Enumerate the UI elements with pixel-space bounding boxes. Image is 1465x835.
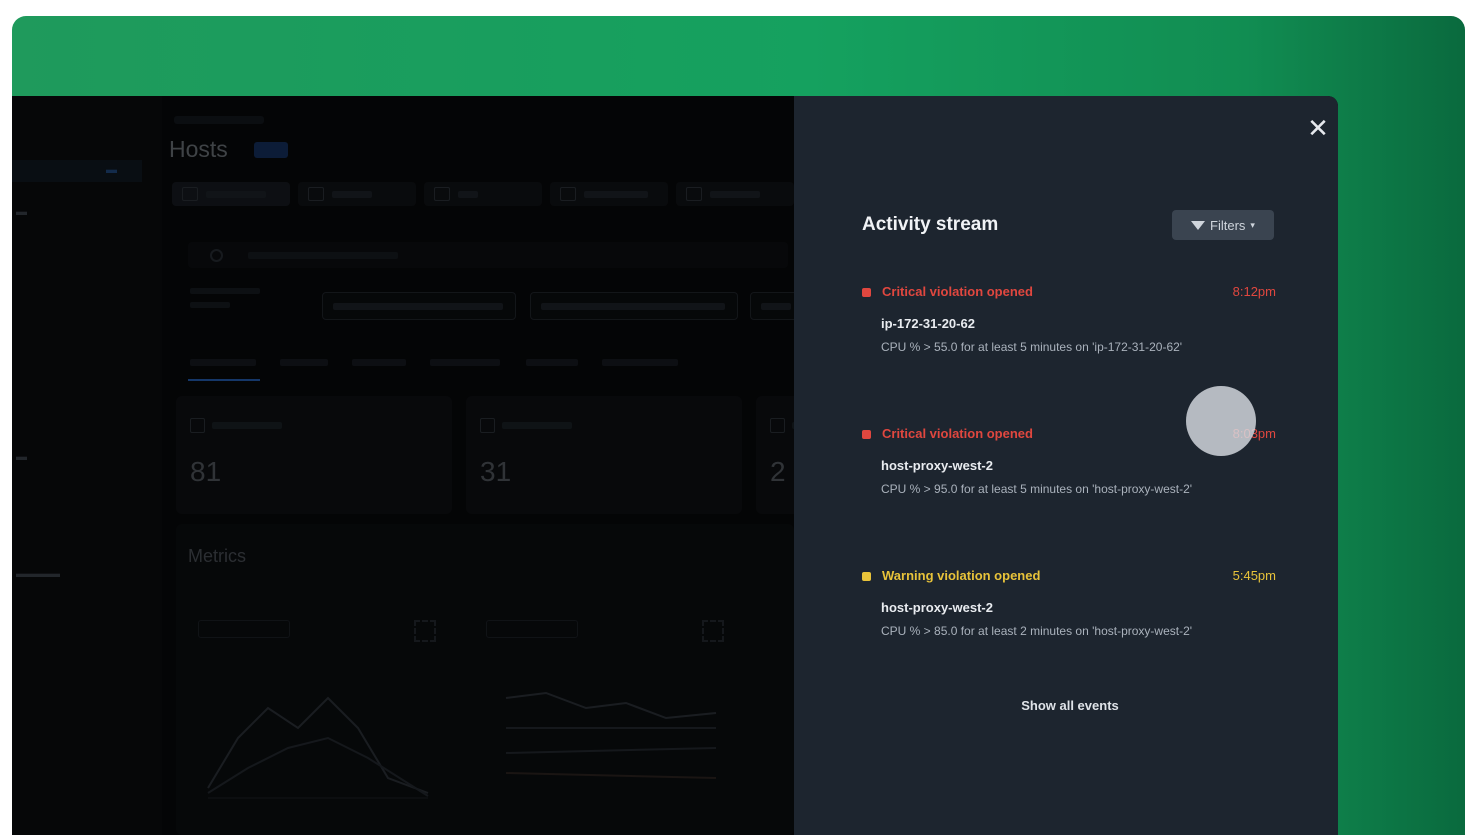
title-badge <box>254 142 288 158</box>
background-page: ▬ ▬ ▬ ▬▬▬▬ Hosts 81 31 2 Metrics <box>12 96 1032 835</box>
critical-status-icon <box>862 288 871 297</box>
search-icon <box>210 249 223 262</box>
drawer-title: Activity stream <box>862 214 999 235</box>
filter-icon <box>1191 220 1206 230</box>
tab[interactable] <box>526 359 578 366</box>
summary-value: 2 <box>770 456 786 487</box>
tab[interactable] <box>352 359 406 366</box>
event-time: 5:45pm <box>1232 568 1276 583</box>
tab[interactable] <box>602 359 678 366</box>
sidebar: ▬ ▬ ▬ ▬▬▬▬ <box>12 96 162 835</box>
metrics-panel: Metrics <box>176 524 794 835</box>
sidebar-item[interactable]: ▬ <box>16 206 27 218</box>
sub-tabs <box>188 354 788 384</box>
expand-icon[interactable] <box>702 620 724 642</box>
pointer-cursor-highlight <box>1186 386 1256 456</box>
metric-chart[interactable] <box>188 608 450 834</box>
sidebar-badge: ▬ <box>106 164 117 176</box>
tab-summary[interactable] <box>190 359 256 366</box>
view-tab[interactable] <box>424 182 542 206</box>
event-description: CPU % > 55.0 for at least 5 minutes on '… <box>881 340 1183 354</box>
filters-label: Filters <box>1210 217 1246 233</box>
active-tab-indicator <box>188 379 260 381</box>
event-host: ip-172-31-20-62 <box>881 316 975 331</box>
summary-value: 31 <box>480 456 512 487</box>
event-type: Warning violation opened <box>882 568 1041 583</box>
tab[interactable] <box>280 359 328 366</box>
close-icon[interactable]: ✕ <box>1304 114 1332 142</box>
view-tab[interactable] <box>172 182 290 206</box>
activity-stream-drawer: ✕ Activity stream Filters ▾ Critical vio… <box>794 96 1338 835</box>
metric-sparkline <box>207 696 429 799</box>
summary-card[interactable]: 81 <box>176 396 452 514</box>
event-host: host-proxy-west-2 <box>881 458 993 473</box>
critical-status-icon <box>862 430 871 439</box>
filter-chip[interactable] <box>322 292 516 320</box>
breadcrumb[interactable] <box>174 116 264 124</box>
activity-event[interactable]: Warning violation opened 5:45pm host-pro… <box>862 568 1276 640</box>
summary-card[interactable]: 31 <box>466 396 742 514</box>
metrics-title: Metrics <box>188 546 246 566</box>
event-description: CPU % > 95.0 for at least 5 minutes on '… <box>881 482 1193 496</box>
page-title: Hosts <box>169 136 228 162</box>
application-icon <box>480 418 495 433</box>
search-input[interactable] <box>188 242 788 268</box>
metric-chart[interactable] <box>476 608 738 834</box>
metric-selector[interactable] <box>486 620 578 638</box>
tab[interactable] <box>430 359 500 366</box>
host-icon <box>190 418 205 433</box>
event-type: Critical violation opened <box>882 426 1033 441</box>
event-time: 8:12pm <box>1232 284 1276 299</box>
filter-chip[interactable] <box>530 292 738 320</box>
filters-button[interactable]: Filters ▾ <box>1172 210 1274 240</box>
show-all-events-link[interactable]: Show all events <box>980 698 1160 713</box>
view-tab[interactable] <box>550 182 668 206</box>
summary-value: 81 <box>190 456 222 487</box>
expand-icon[interactable] <box>414 620 436 642</box>
sidebar-item[interactable]: ▬ <box>16 451 27 463</box>
activity-event[interactable]: Critical violation opened 8:12pm ip-172-… <box>862 284 1276 356</box>
event-host: host-proxy-west-2 <box>881 600 993 615</box>
app-window: ▬ ▬ ▬ ▬▬▬▬ Hosts 81 31 2 Metrics ✕ Activ… <box>12 96 1338 835</box>
metric-sparkline <box>505 691 717 779</box>
view-tabs <box>172 182 794 206</box>
card-icon <box>770 418 785 433</box>
filter-label <box>190 288 268 314</box>
sidebar-item-active[interactable] <box>12 160 142 182</box>
event-description: CPU % > 85.0 for at least 2 minutes on '… <box>881 624 1193 638</box>
chevron-down-icon: ▾ <box>1250 219 1255 230</box>
event-type: Critical violation opened <box>882 284 1033 299</box>
sidebar-item[interactable]: ▬▬▬▬ <box>16 568 60 580</box>
metric-selector[interactable] <box>198 620 290 638</box>
view-tab[interactable] <box>298 182 416 206</box>
view-tab[interactable] <box>676 182 794 206</box>
warning-status-icon <box>862 572 871 581</box>
